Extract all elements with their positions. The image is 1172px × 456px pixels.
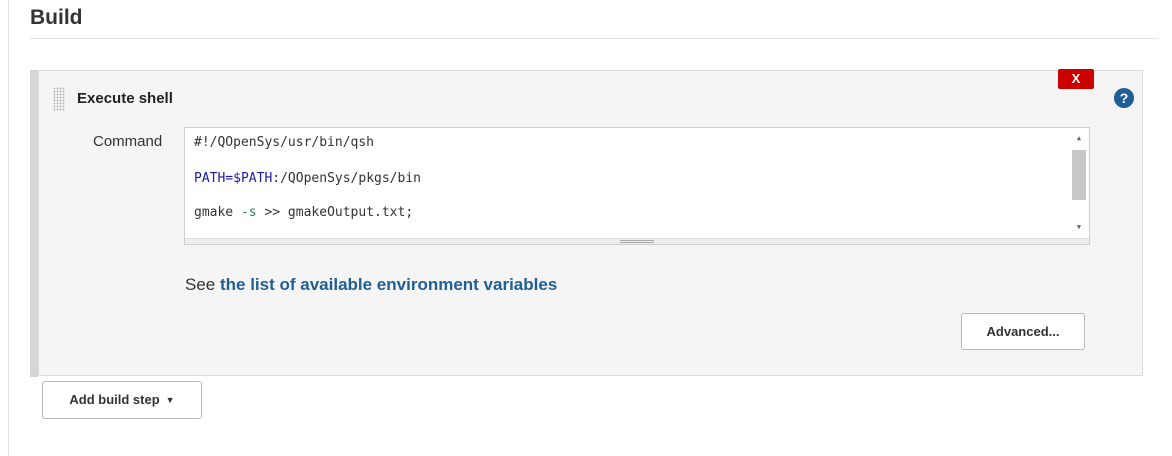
page-left-border	[8, 0, 9, 456]
advanced-button[interactable]: Advanced...	[961, 313, 1085, 350]
editor-resize-handle[interactable]	[185, 238, 1089, 244]
editor-scrollbar[interactable]: ▲ ▼	[1069, 128, 1089, 238]
code-token-path-var: PATH=$PATH	[194, 171, 273, 186]
resize-grip-icon	[620, 240, 654, 243]
code-token-flag: -s	[240, 205, 257, 220]
code-line-2: PATH=$PATH:/QOpenSys/pkgs/bin	[194, 171, 421, 186]
scroll-thumb[interactable]	[1072, 150, 1086, 200]
env-vars-text: See the list of available environment va…	[185, 275, 558, 294]
caret-down-icon: ▼	[165, 395, 175, 405]
drag-handle-icon[interactable]	[53, 87, 65, 111]
help-icon[interactable]: ?	[1114, 88, 1134, 108]
section-title: Build	[30, 6, 83, 29]
delete-step-button[interactable]: X	[1058, 69, 1094, 89]
code-line-3: gmake -s >> gmakeOutput.txt;	[194, 205, 414, 220]
section-divider	[30, 38, 1158, 39]
step-left-bar	[30, 70, 38, 377]
command-editor[interactable]: #!/QOpenSys/usr/bin/qsh PATH=$PATH:/QOpe…	[184, 127, 1090, 245]
scroll-down-icon[interactable]: ▼	[1069, 223, 1089, 231]
add-build-step-button[interactable]: Add build step ▼	[42, 381, 202, 419]
env-vars-link[interactable]: the list of available environment variab…	[220, 275, 557, 294]
command-label: Command	[93, 133, 163, 150]
step-title: Execute shell	[77, 90, 173, 107]
code-line-1: #!/QOpenSys/usr/bin/qsh	[194, 135, 375, 150]
scroll-up-icon[interactable]: ▲	[1069, 134, 1089, 142]
add-build-step-label: Add build step	[69, 392, 160, 407]
